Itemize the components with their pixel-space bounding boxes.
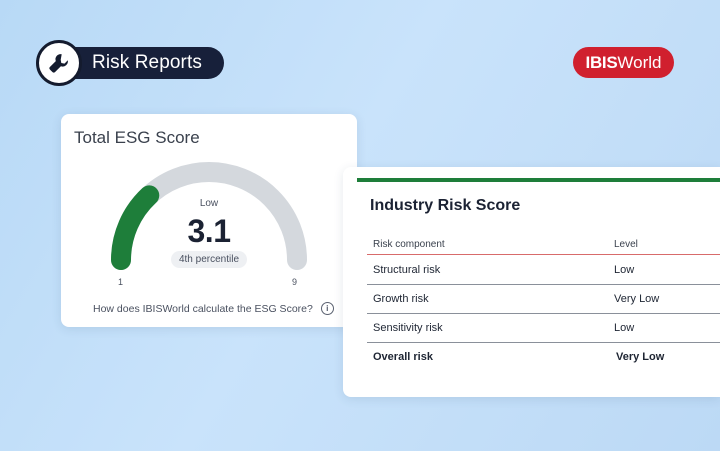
ibisworld-logo: IBIS World (573, 47, 674, 78)
esg-info-link[interactable]: How does IBISWorld calculate the ESG Sco… (93, 302, 334, 315)
esg-score-card: Total ESG Score Low 3.1 4th percentile 1… (61, 114, 357, 327)
info-icon[interactable]: i (320, 302, 334, 315)
table-row: Structural risk Low (367, 256, 720, 285)
risk-level-cell: Very Low (616, 351, 665, 363)
industry-risk-card: Industry Risk Score Risk component Level… (343, 167, 720, 397)
gauge-max-label: 9 (292, 277, 298, 287)
esg-info-link-text: How does IBISWorld calculate the ESG Sco… (93, 302, 313, 315)
table-row: Sensitivity risk Low (367, 314, 720, 343)
gauge-min-label: 1 (118, 277, 124, 287)
esg-level-label: Low (199, 198, 219, 209)
industry-risk-title: Industry Risk Score (370, 197, 521, 214)
logo-part-world: World (617, 52, 662, 72)
risk-level-cell: Very Low (614, 293, 660, 305)
column-header-component: Risk component (373, 239, 445, 250)
risk-card-accent-bar (357, 178, 720, 182)
esg-percentile-badge: 4th percentile (171, 251, 247, 268)
wrench-icon (36, 40, 82, 86)
table-row-overall: Overall risk Very Low (367, 343, 720, 372)
logo-part-ibis: IBIS (585, 52, 618, 72)
risk-table-header: Risk component Level (367, 238, 720, 255)
risk-component-cell: Growth risk (373, 293, 429, 305)
risk-reports-pill[interactable]: Risk Reports (36, 40, 224, 86)
column-header-level: Level (614, 239, 638, 250)
risk-component-cell: Structural risk (373, 264, 441, 276)
risk-reports-title: Risk Reports (68, 47, 224, 79)
esg-score-value: 3.1 (187, 213, 231, 249)
table-row: Growth risk Very Low (367, 285, 720, 314)
esg-card-title: Total ESG Score (74, 128, 200, 147)
risk-level-cell: Low (614, 322, 635, 334)
risk-component-cell: Sensitivity risk (373, 322, 443, 334)
risk-level-cell: Low (614, 264, 635, 276)
risk-component-cell: Overall risk (373, 351, 433, 363)
